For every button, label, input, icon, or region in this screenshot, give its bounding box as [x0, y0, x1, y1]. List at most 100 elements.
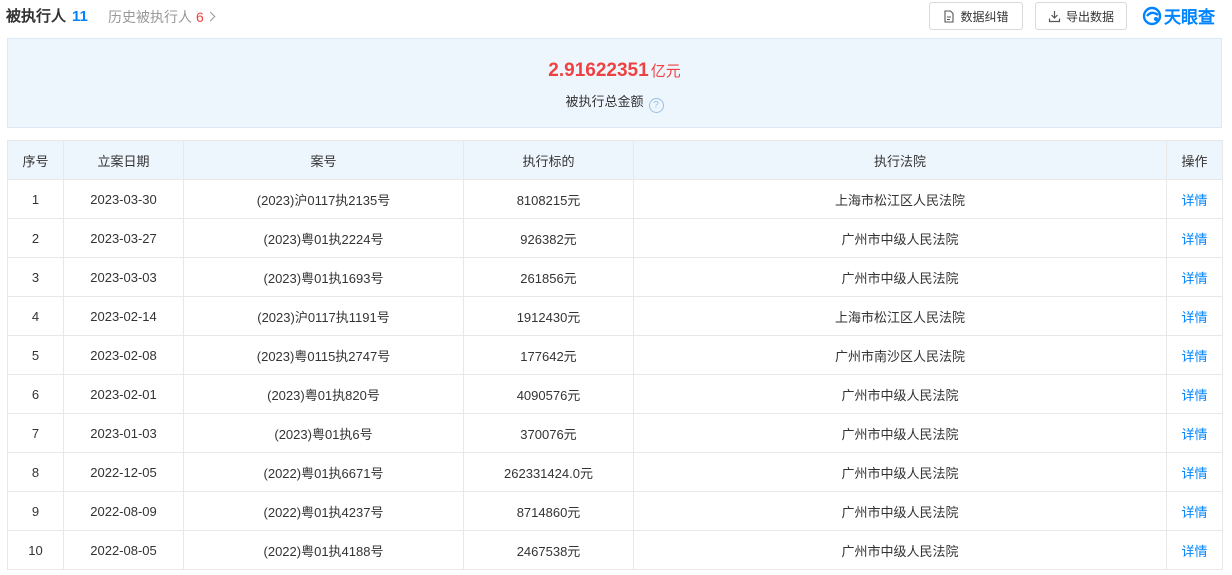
- tab-history-label: 历史被执行人: [108, 9, 192, 25]
- tab-history-count: 6: [196, 9, 204, 25]
- data-correction-button[interactable]: 数据纠错: [929, 2, 1023, 30]
- cell-index: 1: [7, 179, 64, 219]
- cell-case-number: (2022)粤01执4237号: [183, 491, 464, 531]
- cell-index: 9: [7, 491, 64, 531]
- cell-index: 2: [7, 218, 64, 258]
- table-row: 8 2022-12-05 (2022)粤01执6671号 262331424.0…: [7, 452, 1223, 492]
- cell-index: 5: [7, 335, 64, 375]
- column-header-case-number: 案号: [183, 140, 464, 180]
- cell-court: 广州市中级人民法院: [633, 218, 1167, 258]
- tab-history-executed-persons[interactable]: 历史被执行人 6: [108, 7, 216, 27]
- total-amount-unit: 亿元: [650, 63, 681, 80]
- total-amount: 2.91622351 亿元: [8, 60, 1221, 82]
- cell-case-number: (2023)粤01执1693号: [183, 257, 464, 297]
- cell-filing-date: 2022-08-05: [63, 530, 184, 570]
- cell-filing-date: 2023-02-14: [63, 296, 184, 336]
- cell-filing-date: 2022-12-05: [63, 452, 184, 492]
- details-link[interactable]: 详情: [1166, 257, 1223, 297]
- cell-execution-amount: 8714860元: [463, 491, 634, 531]
- cell-index: 4: [7, 296, 64, 336]
- total-amount-label-row: 被执行总金额?: [8, 91, 1221, 113]
- details-link[interactable]: 详情: [1166, 296, 1223, 336]
- cell-court: 上海市松江区人民法院: [633, 179, 1167, 219]
- column-header-filing-date: 立案日期: [63, 140, 184, 180]
- tab-executed-persons-count: 11: [72, 8, 88, 25]
- details-link[interactable]: 详情: [1166, 374, 1223, 414]
- table-row: 3 2023-03-03 (2023)粤01执1693号 261856元 广州市…: [7, 257, 1223, 297]
- cell-court: 广州市中级人民法院: [633, 257, 1167, 297]
- cell-index: 8: [7, 452, 64, 492]
- cell-index: 7: [7, 413, 64, 453]
- executed-persons-table: 序号 立案日期 案号 执行标的 执行法院 操作 1 2023-03-30 (20…: [7, 140, 1223, 570]
- tianyancha-logo: 天眼查: [1142, 3, 1215, 28]
- cell-court: 广州市南沙区人民法院: [633, 335, 1167, 375]
- export-data-button[interactable]: 导出数据: [1035, 2, 1127, 30]
- details-link[interactable]: 详情: [1166, 218, 1223, 258]
- table-header-row: 序号 立案日期 案号 执行标的 执行法院 操作: [7, 140, 1223, 180]
- cell-court: 广州市中级人民法院: [633, 374, 1167, 414]
- table-row: 7 2023-01-03 (2023)粤01执6号 370076元 广州市中级人…: [7, 413, 1223, 453]
- cell-filing-date: 2023-03-30: [63, 179, 184, 219]
- details-link[interactable]: 详情: [1166, 179, 1223, 219]
- cell-index: 10: [7, 530, 64, 570]
- details-link[interactable]: 详情: [1166, 335, 1223, 375]
- tab-executed-persons[interactable]: 被执行人 11: [6, 5, 88, 26]
- details-link[interactable]: 详情: [1166, 413, 1223, 453]
- table-row: 5 2023-02-08 (2023)粤0115执2747号 177642元 广…: [7, 335, 1223, 375]
- tab-executed-persons-label: 被执行人: [6, 8, 67, 25]
- cell-execution-amount: 926382元: [463, 218, 634, 258]
- cell-filing-date: 2023-02-01: [63, 374, 184, 414]
- cell-court: 广州市中级人民法院: [633, 530, 1167, 570]
- column-header-execution-amount: 执行标的: [463, 140, 634, 180]
- cell-case-number: (2023)沪0117执2135号: [183, 179, 464, 219]
- details-link[interactable]: 详情: [1166, 491, 1223, 531]
- cell-court: 广州市中级人民法院: [633, 413, 1167, 453]
- details-link[interactable]: 详情: [1166, 530, 1223, 570]
- cell-execution-amount: 262331424.0元: [463, 452, 634, 492]
- cell-execution-amount: 8108215元: [463, 179, 634, 219]
- cell-case-number: (2023)沪0117执1191号: [183, 296, 464, 336]
- details-link[interactable]: 详情: [1166, 452, 1223, 492]
- table-row: 1 2023-03-30 (2023)沪0117执2135号 8108215元 …: [7, 179, 1223, 219]
- cell-case-number: (2023)粤01执2224号: [183, 218, 464, 258]
- cell-execution-amount: 2467538元: [463, 530, 634, 570]
- cell-execution-amount: 177642元: [463, 335, 634, 375]
- chevron-right-icon: [205, 11, 216, 22]
- cell-case-number: (2022)粤01执6671号: [183, 452, 464, 492]
- cell-execution-amount: 370076元: [463, 413, 634, 453]
- cell-court: 广州市中级人民法院: [633, 491, 1167, 531]
- export-data-label: 导出数据: [1065, 9, 1114, 24]
- column-header-action: 操作: [1166, 140, 1223, 180]
- table-body: 1 2023-03-30 (2023)沪0117执2135号 8108215元 …: [7, 179, 1223, 570]
- cell-execution-amount: 1912430元: [463, 296, 634, 336]
- table-row: 9 2022-08-09 (2022)粤01执4237号 8714860元 广州…: [7, 491, 1223, 531]
- data-correction-label: 数据纠错: [960, 9, 1009, 24]
- logo-text: 天眼查: [1164, 8, 1215, 27]
- document-edit-icon: [944, 9, 955, 23]
- cell-court: 广州市中级人民法院: [633, 452, 1167, 492]
- total-amount-value: 2.91622351: [548, 60, 649, 81]
- cell-case-number: (2023)粤01执820号: [183, 374, 464, 414]
- table-row: 6 2023-02-01 (2023)粤01执820号 4090576元 广州市…: [7, 374, 1223, 414]
- cell-index: 6: [7, 374, 64, 414]
- cell-execution-amount: 261856元: [463, 257, 634, 297]
- download-icon: [1048, 10, 1061, 22]
- table-row: 2 2023-03-27 (2023)粤01执2224号 926382元 广州市…: [7, 218, 1223, 258]
- cell-filing-date: 2023-03-03: [63, 257, 184, 297]
- table-row: 10 2022-08-05 (2022)粤01执4188号 2467538元 广…: [7, 530, 1223, 570]
- cell-case-number: (2022)粤01执4188号: [183, 530, 464, 570]
- cell-index: 3: [7, 257, 64, 297]
- cell-case-number: (2023)粤01执6号: [183, 413, 464, 453]
- cell-execution-amount: 4090576元: [463, 374, 634, 414]
- table-row: 4 2023-02-14 (2023)沪0117执1191号 1912430元 …: [7, 296, 1223, 336]
- total-amount-summary: 2.91622351 亿元 被执行总金额?: [7, 38, 1222, 128]
- cell-filing-date: 2023-01-03: [63, 413, 184, 453]
- question-circle-icon[interactable]: ?: [648, 98, 664, 113]
- tianyancha-logo-icon: [1142, 6, 1162, 25]
- header-bar: 被执行人 11 历史被执行人 6 数据纠错 导出数据 天眼查: [0, 0, 1232, 36]
- cell-filing-date: 2023-03-27: [63, 218, 184, 258]
- column-header-court: 执行法院: [633, 140, 1167, 180]
- cell-case-number: (2023)粤0115执2747号: [183, 335, 464, 375]
- table-header: 序号 立案日期 案号 执行标的 执行法院 操作: [7, 140, 1223, 180]
- total-amount-label: 被执行总金额: [565, 94, 644, 109]
